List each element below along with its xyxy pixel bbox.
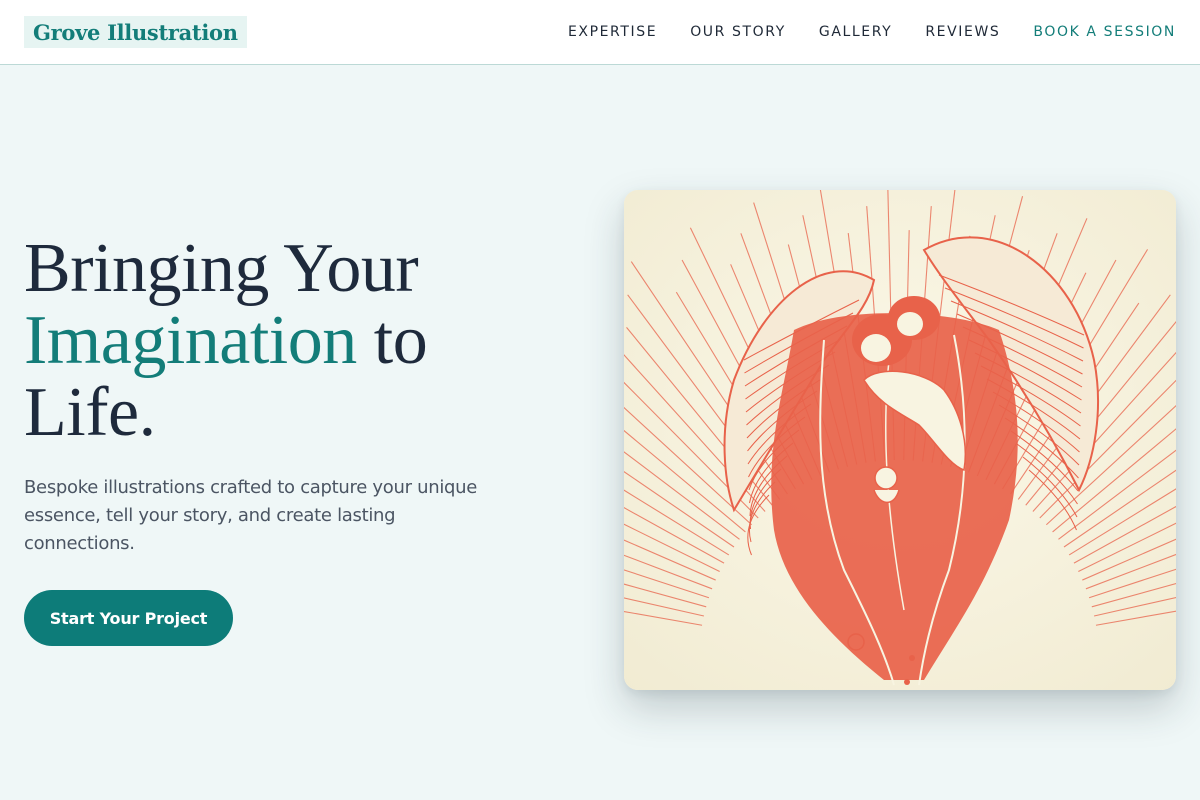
- hero-title-line2-end: to: [356, 302, 428, 379]
- top-navbar: Grove Illustration EXPERTISE OUR STORY G…: [0, 0, 1200, 65]
- nav-link-reviews[interactable]: REVIEWS: [925, 24, 1000, 40]
- brand-logo[interactable]: Grove Illustration: [24, 16, 247, 48]
- hero-title-line1: Bringing Your: [24, 230, 419, 307]
- nav-link-gallery[interactable]: GALLERY: [819, 24, 892, 40]
- start-project-button[interactable]: Start Your Project: [24, 590, 233, 646]
- nav-link-our-story[interactable]: OUR STORY: [690, 24, 786, 40]
- winged-angel-illustration: [624, 190, 1176, 690]
- hero-subtitle: Bespoke illustrations crafted to capture…: [24, 477, 478, 554]
- main-nav: EXPERTISE OUR STORY GALLERY REVIEWS BOOK…: [568, 24, 1176, 40]
- hero-title-line3: Life.: [24, 374, 156, 451]
- hero-artwork: [624, 190, 1176, 690]
- hero-title-accent: Imagination: [24, 302, 357, 379]
- hero-title: Bringing Your Imagination to Life.: [24, 233, 544, 449]
- nav-link-book-a-session[interactable]: BOOK A SESSION: [1033, 24, 1176, 40]
- nav-link-expertise[interactable]: EXPERTISE: [568, 24, 657, 40]
